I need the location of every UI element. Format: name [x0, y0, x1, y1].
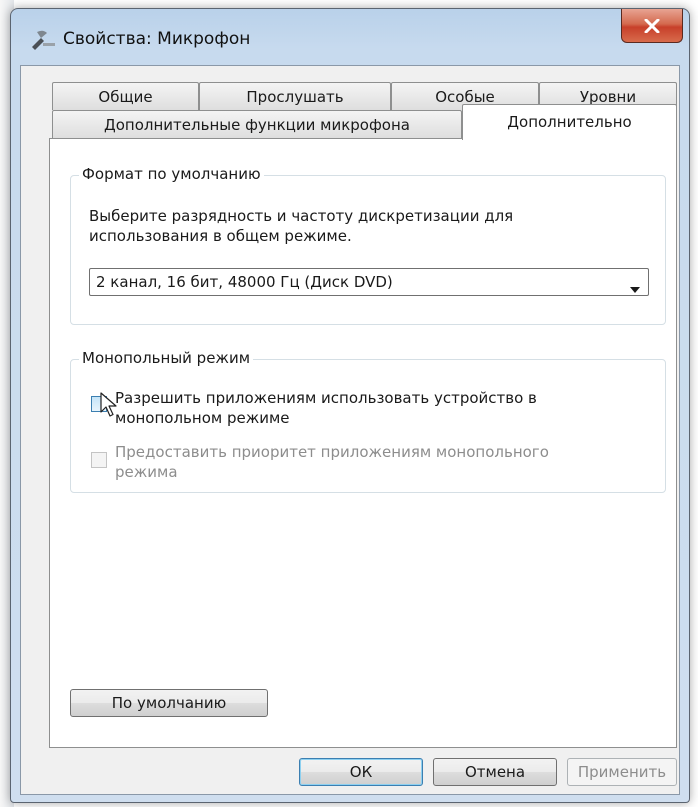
- chevron-down-icon: [630, 279, 640, 297]
- microphone-icon: [29, 23, 57, 51]
- exclusive-priority-label-line1: Предоставить приоритет приложениям моноп…: [115, 443, 549, 461]
- format-select-value: 2 канал, 16 бит, 48000 Гц (Диск DVD): [96, 273, 393, 291]
- properties-window: Свойства: Микрофон Общие Прослушать Особ…: [0, 0, 698, 807]
- advanced-tab-panel: Формат по умолчанию Выберите разрядность…: [49, 138, 677, 748]
- exclusive-mode-group: Монопольный режим Разрешить приложениям …: [70, 349, 666, 493]
- mouse-pointer-icon: [100, 392, 118, 422]
- format-select[interactable]: 2 канал, 16 бит, 48000 Гц (Диск DVD): [89, 268, 649, 296]
- allow-exclusive-label-line1[interactable]: Разрешить приложениям использовать устро…: [115, 388, 537, 408]
- window-title: Свойства: Микрофон: [63, 29, 251, 49]
- allow-exclusive-label-line2[interactable]: монопольном режиме: [115, 408, 290, 428]
- exclusive-priority-checkbox[interactable]: [91, 452, 107, 468]
- tab-general[interactable]: Общие: [52, 82, 199, 110]
- tab-advanced[interactable]: Дополнительно: [462, 104, 677, 140]
- default-format-group: Формат по умолчанию Выберите разрядность…: [70, 165, 666, 325]
- dialog-client-area: Общие Прослушать Особые Уровни Дополните…: [20, 65, 680, 795]
- ok-button[interactable]: ОК: [299, 758, 423, 786]
- apply-button[interactable]: Применить: [567, 758, 677, 786]
- format-description-line2: использования в общем режиме.: [89, 227, 352, 245]
- restore-defaults-button[interactable]: По умолчанию: [70, 689, 268, 717]
- default-format-title: Формат по умолчанию: [79, 165, 264, 183]
- title-bar[interactable]: Свойства: Микрофон: [11, 9, 689, 65]
- tab-listen[interactable]: Прослушать: [199, 82, 391, 110]
- exclusive-mode-title: Монопольный режим: [79, 349, 254, 367]
- tab-mic-enhancements[interactable]: Дополнительные функции микрофона: [52, 110, 462, 138]
- cancel-button[interactable]: Отмена: [433, 758, 557, 786]
- exclusive-priority-label-line2: режима: [115, 463, 178, 481]
- close-x-icon: [644, 18, 660, 33]
- close-button[interactable]: [621, 9, 683, 43]
- format-description-line1: Выберите разрядность и частоту дискретиз…: [89, 207, 514, 225]
